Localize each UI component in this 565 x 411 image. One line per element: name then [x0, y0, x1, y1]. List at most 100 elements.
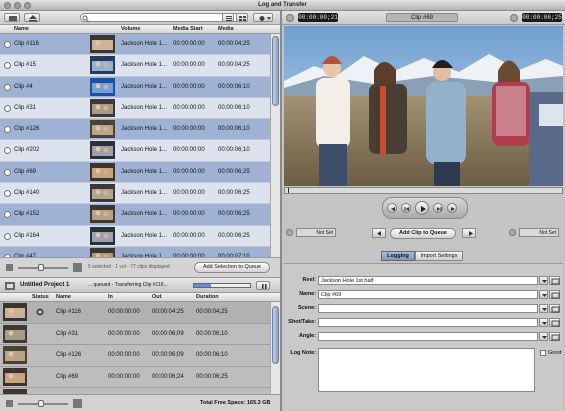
queue-row[interactable]: Clip #116 00:00:00:00 00:00:04;25 00:00:04;… — [0, 302, 270, 324]
list-view-button[interactable] — [222, 13, 234, 22]
pause-transfer-button[interactable] — [256, 281, 270, 290]
playhead[interactable] — [288, 188, 289, 193]
timecode-duration[interactable]: 00:00:00;21 — [298, 13, 338, 22]
zoom-window-button[interactable] — [24, 2, 31, 9]
table-row[interactable]: Clip #164 Jackson Hole 1... 00:00:00:00 00:… — [0, 225, 270, 247]
angle-increment-button[interactable] — [549, 332, 560, 341]
close-window-button[interactable] — [4, 2, 11, 9]
column-duration[interactable]: Duration — [196, 294, 219, 300]
go-to-in-button[interactable] — [387, 203, 397, 213]
clip-radio[interactable] — [4, 168, 11, 176]
clip-radio[interactable] — [4, 190, 11, 198]
scene-field[interactable] — [318, 304, 538, 313]
queue-row[interactable]: Clip #69 00:00:00:00 00:00:06;24 00:00:06;2… — [0, 366, 270, 388]
scene-increment-button[interactable] — [549, 304, 560, 313]
table-row[interactable]: Clip #140 Jackson Hole 1... 00:00:00:00 00:… — [0, 183, 270, 205]
table-row[interactable]: Clip #31 Jackson Hole 1... 00:00:00:00 00:0… — [0, 97, 270, 120]
queue-scroll-thumb[interactable] — [272, 306, 279, 364]
icon-view-button[interactable] — [236, 13, 248, 22]
thumbnail-slider-knob[interactable] — [38, 264, 44, 271]
clip-radio[interactable] — [4, 104, 11, 112]
clip-radio[interactable] — [4, 62, 11, 70]
table-row[interactable]: Clip #69 Jackson Hole 1... 00:00:00:00 00:0… — [0, 161, 270, 184]
clip-volume: Jackson Hole 1... — [121, 211, 168, 218]
playhead-scrubber[interactable] — [284, 187, 563, 194]
shot-take-menu-button[interactable] — [539, 318, 548, 327]
increment-icon — [551, 334, 560, 341]
name-increment-button[interactable] — [549, 290, 560, 299]
browser-scroll-thumb[interactable] — [272, 36, 279, 106]
column-media-start[interactable]: Media Start — [173, 26, 203, 32]
tab-import-settings[interactable]: Import Settings — [415, 251, 463, 261]
column-q-name[interactable]: Name — [56, 294, 71, 300]
clip-radio[interactable] — [4, 147, 11, 155]
previous-frame-button[interactable] — [401, 203, 411, 213]
out-point-field[interactable]: Not Set — [519, 228, 559, 237]
eject-button[interactable] — [24, 13, 40, 22]
clip-media-duration: 00:00:06;10 — [218, 83, 250, 90]
log-note-field[interactable] — [318, 348, 535, 392]
queue-scrollbar[interactable] — [270, 302, 280, 394]
clip-thumbnail[interactable] — [90, 56, 115, 75]
clip-thumbnail[interactable] — [90, 247, 115, 257]
column-name[interactable]: Name — [14, 26, 29, 32]
angle-menu-button[interactable] — [539, 332, 548, 341]
mark-in-button[interactable] — [372, 228, 386, 238]
clip-thumbnail[interactable] — [90, 77, 115, 96]
mark-out-button[interactable] — [462, 228, 476, 238]
shot-take-increment-button[interactable] — [549, 318, 560, 327]
clip-radio[interactable] — [4, 83, 11, 91]
browser-scrollbar[interactable] — [270, 34, 280, 257]
action-menu-button[interactable] — [253, 13, 273, 22]
queue-row[interactable]: Clip #31 00:00:00:00 00:00:06;09 00:00:06;1… — [0, 323, 270, 345]
next-frame-button[interactable] — [433, 203, 443, 213]
good-checkbox[interactable] — [540, 350, 546, 356]
play-button[interactable] — [415, 201, 429, 215]
tab-logging[interactable]: Logging — [381, 251, 415, 261]
column-status[interactable]: Status — [32, 294, 49, 300]
table-row[interactable]: Clip #152 Jackson Hole 1... 00:00:00:00 00:… — [0, 204, 270, 226]
clip-media-duration: 00:00:06;25 — [218, 190, 250, 197]
reel-field[interactable]: Jackson Hole 1st half — [318, 276, 538, 285]
in-point-field[interactable]: Not Set — [296, 228, 336, 237]
minimize-window-button[interactable] — [14, 2, 21, 9]
table-row[interactable]: Clip #47 Jackson Hole 1... 00:00:00:00 00:0… — [0, 246, 270, 257]
queue-row[interactable]: Clip #126 00:00:00:00 00:00:06;09 00:00:06;… — [0, 345, 270, 367]
reel-increment-button[interactable] — [549, 276, 560, 285]
clip-thumbnail[interactable] — [90, 120, 115, 139]
shot-take-field[interactable] — [318, 318, 538, 327]
add-folder-button[interactable] — [4, 13, 20, 22]
clip-radio[interactable] — [4, 232, 11, 240]
table-row[interactable]: Clip #15 Jackson Hole 1... 00:00:00:00 00:0… — [0, 55, 270, 77]
table-row[interactable]: Clip #126 Jackson Hole 1... 00:00:00:00 00:… — [0, 119, 270, 141]
timecode-current[interactable]: 00:00:06;25 — [522, 13, 562, 22]
column-out[interactable]: Out — [152, 294, 161, 300]
name-menu-button[interactable] — [539, 290, 548, 299]
video-preview[interactable] — [284, 26, 563, 186]
clip-thumbnail[interactable] — [90, 141, 115, 160]
reel-menu-button[interactable] — [539, 276, 548, 285]
angle-field[interactable] — [318, 332, 538, 341]
column-media[interactable]: Media — [218, 26, 234, 32]
clip-thumbnail[interactable] — [90, 205, 115, 224]
queue-slider-knob[interactable] — [38, 400, 44, 407]
table-row[interactable]: Clip #202 Jackson Hole 1... 00:00:00:00 00:… — [0, 140, 270, 162]
clip-radio[interactable] — [4, 126, 11, 134]
add-selection-to-queue-button[interactable]: Add Selection to Queue — [194, 262, 270, 273]
clip-thumbnail[interactable] — [90, 35, 115, 53]
table-row[interactable]: Clip #116 Jackson Hole 1... 00:00:00:00 00:… — [0, 34, 270, 56]
column-in[interactable]: In — [108, 294, 113, 300]
add-clip-to-queue-button[interactable]: Add Clip to Queue — [390, 228, 456, 239]
clip-radio[interactable] — [4, 41, 11, 48]
browser-column-header: Name Volume Media Start Media — [0, 25, 280, 34]
scene-menu-button[interactable] — [539, 304, 548, 313]
clip-thumbnail[interactable] — [90, 226, 115, 245]
clip-thumbnail[interactable] — [90, 162, 115, 181]
column-volume[interactable]: Volume — [121, 26, 140, 32]
go-to-out-button[interactable] — [447, 203, 457, 213]
name-field[interactable]: Clip #69 — [318, 290, 538, 299]
clip-radio[interactable] — [4, 211, 11, 219]
clip-thumbnail[interactable] — [90, 184, 115, 203]
clip-thumbnail[interactable] — [90, 98, 115, 117]
table-row[interactable]: Clip #4 Jackson Hole 1... 00:00:00:00 00:00… — [0, 76, 270, 98]
